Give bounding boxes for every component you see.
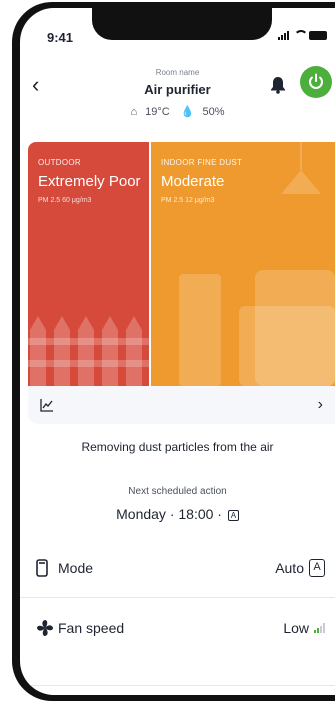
auto-mode-icon: A [309,558,325,577]
status-icons [278,30,327,40]
mode-value: Auto [275,559,304,576]
outdoor-card[interactable]: OUTDOOR Extremely Poor PM 2.5 60 μg/m3 [28,142,149,386]
fan-speed-value: Low [283,620,309,636]
humidity-icon: 💧 [180,106,195,118]
history-bar[interactable]: › [28,386,335,424]
divider [20,685,335,686]
status-message: Removing dust particles from the air [81,440,274,454]
mode-value-group: Auto A [275,558,325,577]
indoor-pm: PM 2.5 12 μg/m3 [161,197,215,204]
line-chart-icon [40,399,53,412]
air-quality-cards: OUTDOOR Extremely Poor PM 2.5 60 μg/m3 I… [28,142,335,386]
power-button[interactable] [300,66,332,98]
fence-illustration [28,316,149,386]
phone-notch [92,8,272,40]
fan-icon [37,620,53,636]
home-temperature-icon: ⌂ [130,106,138,118]
auto-badge-icon: A [227,510,239,521]
schedule-value: Monday · 18:00 · [116,506,222,522]
page-title: Air purifier [144,82,211,97]
mode-row[interactable]: Mode Auto A [20,538,335,598]
mode-label: Mode [58,559,94,576]
schedule-label: Next scheduled action [128,486,227,497]
room-name-caption: Room name [155,68,200,77]
schedule-value-row[interactable]: Monday · 18:00 · A [20,506,335,522]
signal-icon [278,30,289,40]
fan-speed-label: Fan speed [58,620,125,636]
outdoor-label: OUTDOOR [38,158,81,167]
fan-speed-level-icon [314,623,325,633]
outdoor-pm: PM 2.5 60 μg/m3 [38,197,92,204]
fan-speed-row[interactable]: Fan speed Low [20,598,335,658]
purifier-device-icon [36,558,48,577]
status-time: 9:41 [47,30,74,45]
battery-icon [309,31,327,40]
notification-bell-icon[interactable] [270,76,286,94]
indoor-value: Moderate [161,173,225,190]
chevron-right-icon[interactable]: › [318,396,323,414]
indoor-card[interactable]: INDOOR FINE DUST Moderate PM 2.5 12 μg/m… [151,142,335,386]
indoor-label: INDOOR FINE DUST [161,158,243,167]
humidity-value: 50% [202,106,225,118]
wifi-icon [293,30,308,40]
outdoor-value: Extremely Poor [38,173,141,190]
fan-speed-value-group: Low [283,620,325,636]
room-stats: ⌂ 19°C 💧 50% [20,105,335,118]
power-icon [309,73,323,89]
app-screen: 9:41 ‹ Room name Air purifier ⌂ 19°C 💧 50%… [20,8,335,695]
temperature-value: 19°C [145,106,170,118]
